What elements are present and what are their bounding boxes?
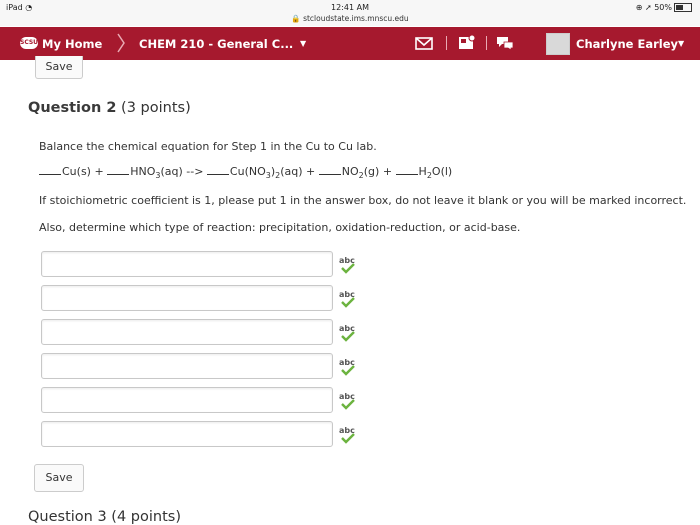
chemical-equation: Cu(s) + HNO3(aq) --> Cu(NO3)2(aq) + NO2(… [39,165,452,180]
my-home-link[interactable]: My Home [42,37,102,51]
spellcheck-icon[interactable]: abc [339,391,357,411]
course-selector[interactable]: CHEM 210 - General C... [139,37,293,51]
mail-icon[interactable] [414,34,434,52]
ios-status-bar: iPad ◔ 12:41 AM 🔒 stcloudstate.ims.mnscu… [0,0,700,26]
answer-input-5[interactable] [41,387,333,413]
answer-input-3[interactable] [41,319,333,345]
instruction-coefficient: If stoichiometric coefficient is 1, plea… [39,194,687,207]
spellcheck-icon[interactable]: abc [339,255,357,275]
spellcheck-icon[interactable]: abc [339,323,357,343]
next-question-title: Question 3 (4 points) [28,509,181,525]
save-button-previous[interactable]: Save [35,56,83,79]
url-text: stcloudstate.ims.mnscu.edu [303,14,409,23]
user-menu[interactable]: Charlyne Earley [576,37,678,51]
instruction-reaction-type: Also, determine which type of reaction: … [39,221,521,234]
answer-input-4[interactable] [41,353,333,379]
spellcheck-icon[interactable]: abc [339,289,357,309]
battery-icon [674,3,692,12]
user-avatar[interactable] [546,33,570,55]
news-icon[interactable] [456,34,476,52]
nav-divider [446,36,447,50]
spellcheck-icon[interactable]: abc [339,357,357,377]
chat-icon[interactable] [495,34,515,52]
save-button[interactable]: Save [34,464,84,492]
question-prompt: Balance the chemical equation for Step 1… [39,140,377,153]
url-bar[interactable]: 🔒 stcloudstate.ims.mnscu.edu [0,14,700,23]
spellcheck-icon[interactable]: abc [339,425,357,445]
answer-input-2[interactable] [41,285,333,311]
clock: 12:41 AM [331,3,369,12]
user-dropdown-icon[interactable]: ▼ [678,39,684,48]
nav-divider [486,36,487,50]
answer-input-1[interactable] [41,251,333,277]
course-dropdown-icon[interactable]: ▼ [300,39,306,48]
answer-input-6[interactable] [41,421,333,447]
breadcrumb-chevron-icon [117,33,125,53]
question-title: Question 2 (3 points) [28,100,191,116]
top-navbar: SCSU My Home CHEM 210 - General C... ▼ C… [0,27,700,60]
school-logo-icon[interactable]: SCSU [20,37,38,49]
battery-indicator: ⊕ ➚ 50% [636,3,692,12]
